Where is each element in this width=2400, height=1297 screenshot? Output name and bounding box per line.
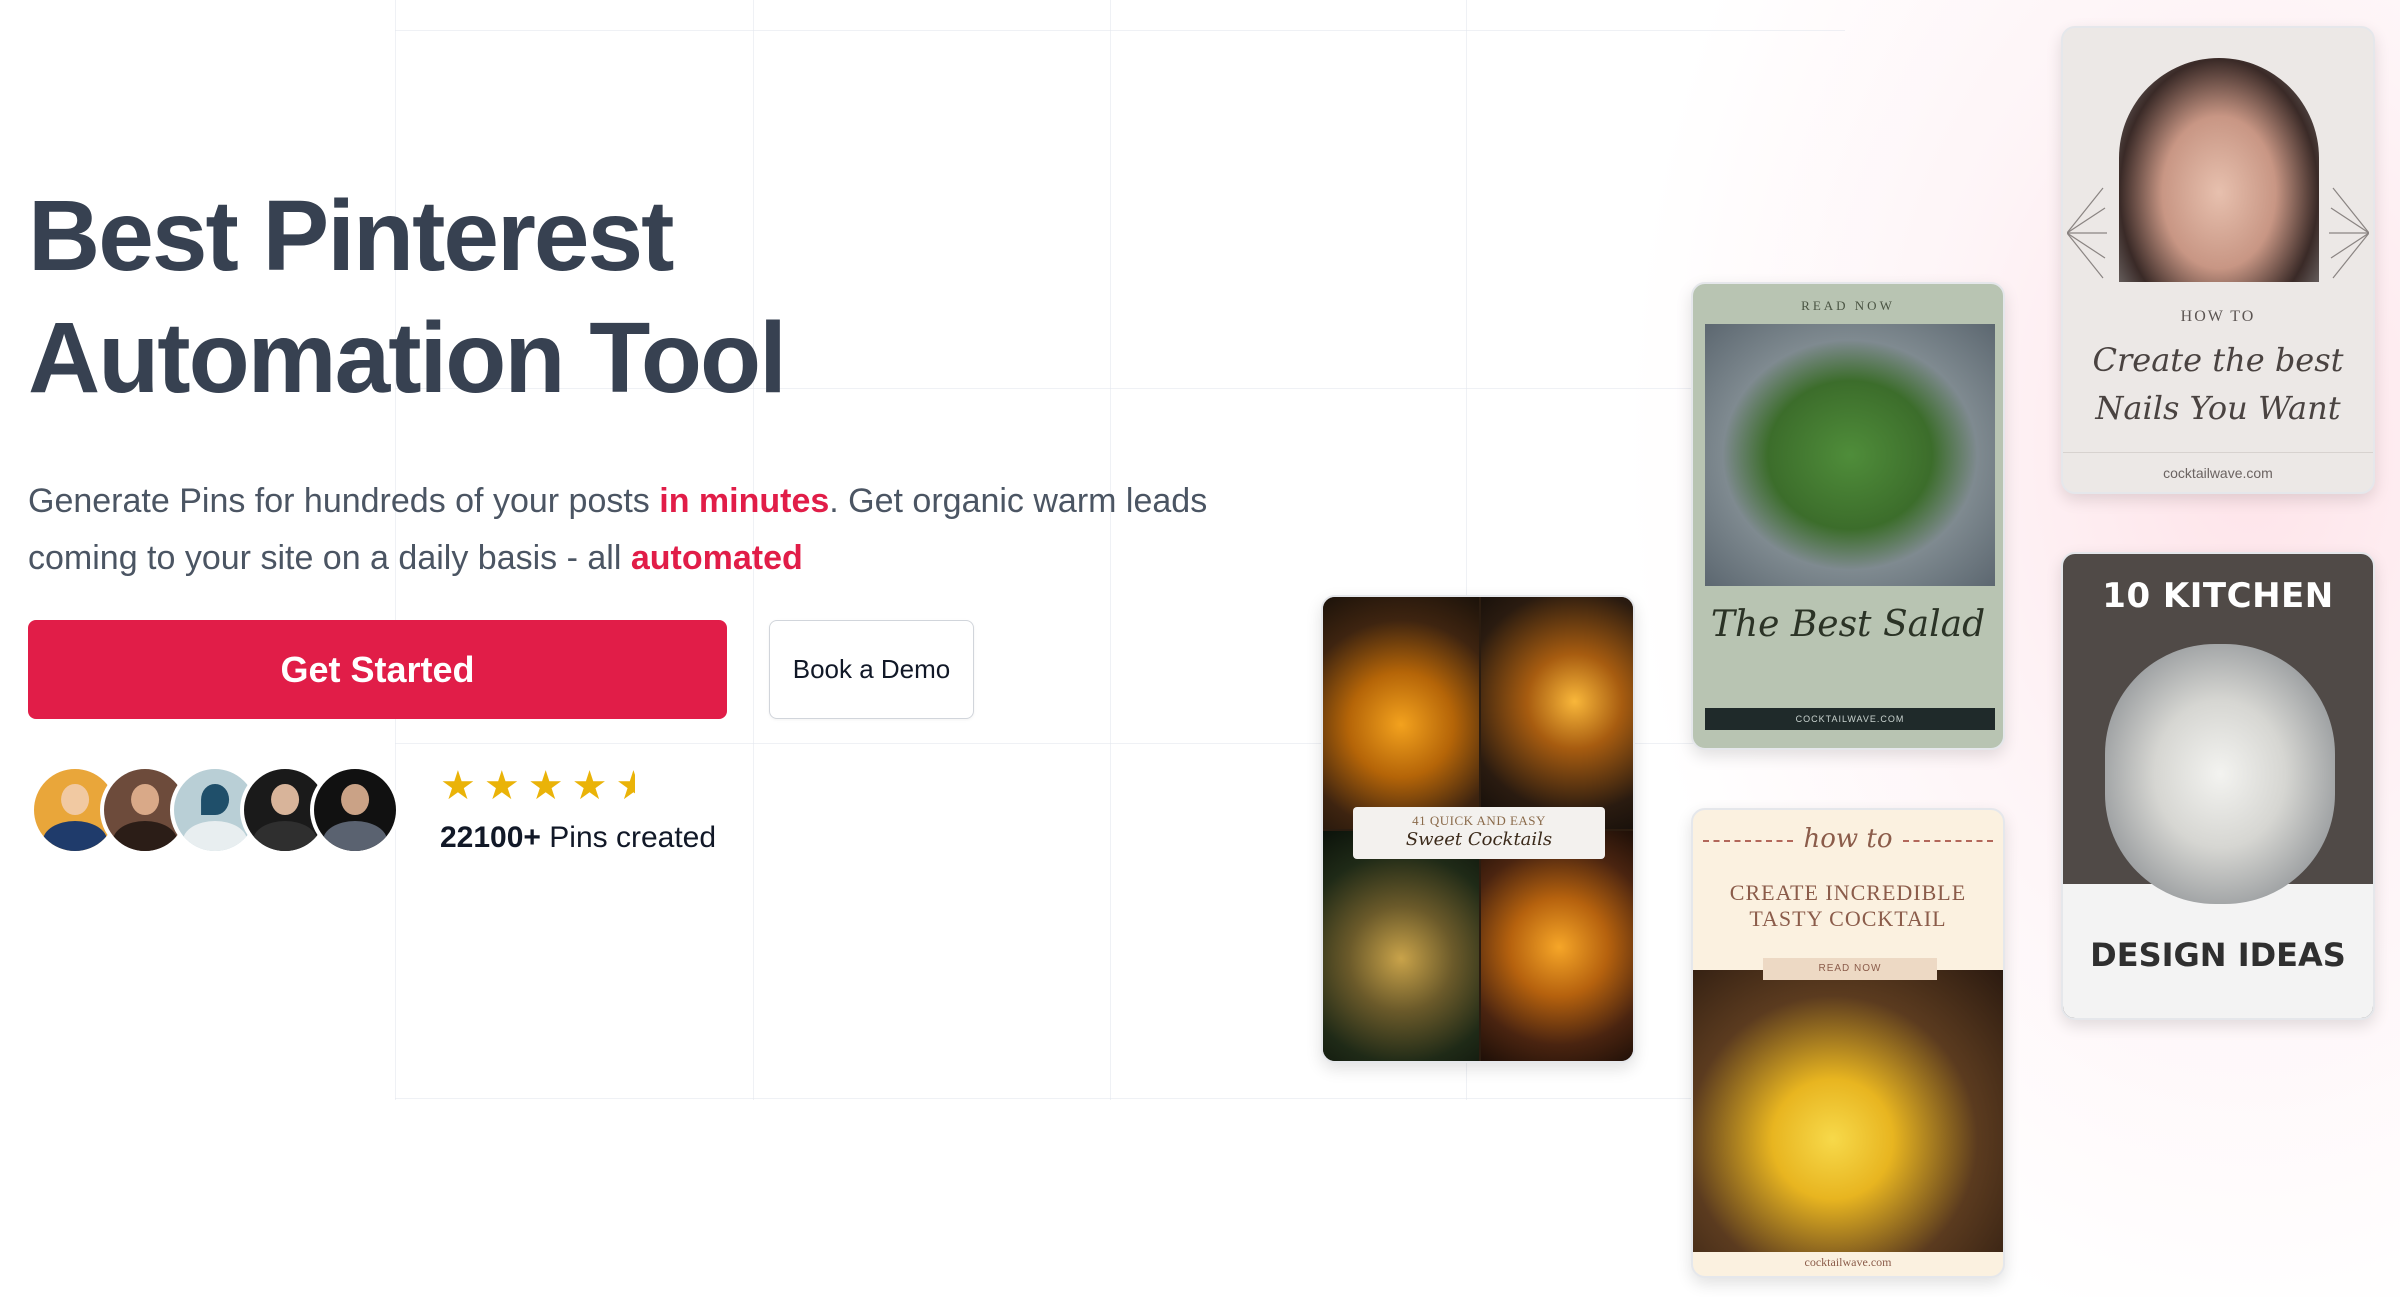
cocktail-photo [1481,831,1633,1061]
pin-read-now: READ NOW [1801,298,1895,313]
pin-subtitle: DESIGN IDEAS [2090,936,2346,974]
cocktail-photo [1481,597,1633,829]
cocktail-photo [1693,970,2003,1252]
get-started-button[interactable]: Get Started [28,620,727,719]
star-rating: ★ ★ ★ ★ ★ [440,765,716,807]
pin-label-small: 41 QUICK AND EASY [1412,813,1546,828]
cocktail-photo [1323,597,1479,829]
grid-line [395,30,1845,31]
star-icon: ★ [440,764,476,808]
pin-card-tasty-cocktail: how to CREATE INCREDIBLE TASTY COCKTAIL … [1691,808,2005,1278]
sunburst-decoration [2067,187,2107,279]
rating-block: ★ ★ ★ ★ ★ 22100+ Pins created [440,765,716,855]
sunburst-decoration [2329,187,2369,279]
pin-footer: cocktailwave.com [2063,452,2373,492]
cocktail-photo [1323,831,1479,1061]
pin-how-to: HOW TO [2180,308,2256,325]
hero-title-line2: Automation Tool [28,302,787,414]
star-icon: ★ [571,764,608,808]
pin-title-line: CREATE INCREDIBLE [1729,880,1967,905]
avatar [310,765,400,855]
pin-card-salad: READ NOW The Best Salad COCKTAILWAVE.COM [1691,282,2005,750]
pins-created-text: 22100+ Pins created [440,821,716,855]
pin-label-script: Sweet Cocktails [1405,829,1553,850]
pin-card-kitchen: 10 KITCHEN DESIGN IDEAS [2061,552,2375,1020]
star-icon: ★ [483,764,520,808]
hero-section: Best Pinterest Automation Tool Generate … [28,175,1278,587]
pin-title: 10 KITCHEN [2102,576,2334,616]
pin-card-nails: HOW TO Create the best Nails You Want co… [2061,26,2375,494]
pin-read-now: READ NOW [1763,958,1937,980]
avatar-group [30,765,400,855]
subtitle-text: Generate Pins for hundreds of your posts [28,482,660,520]
hero-title-line1: Best Pinterest [28,180,674,292]
pin-how-to: how to [1803,824,1893,854]
book-demo-button[interactable]: Book a Demo [769,620,974,719]
grid-line [395,1098,1845,1099]
pin-title-line: Nails You Want [2095,389,2341,427]
subtitle-highlight: in minutes [659,482,830,520]
pin-card-cocktails: 41 QUICK AND EASY Sweet Cocktails [1321,595,1635,1063]
half-star-icon: ★ [615,765,636,807]
pin-footer: COCKTAILWAVE.COM [1705,708,1995,730]
pin-title-line: TASTY COCKTAIL [1749,906,1947,931]
pins-count: 22100+ [440,821,541,854]
pin-label: 41 QUICK AND EASY Sweet Cocktails [1353,807,1605,859]
hero-subtitle: Generate Pins for hundreds of your posts… [28,473,1248,587]
star-icon: ★ [527,764,564,808]
pin-footer: cocktailwave.com [1804,1255,1892,1269]
pin-title-line: Create the best [2092,341,2344,379]
pin-title: The Best Salad [1710,604,1986,645]
subtitle-highlight: automated [630,539,803,577]
cta-row: Get Started Book a Demo [28,620,974,719]
kitchen-photo [2105,644,2335,904]
salad-photo [1705,324,1995,586]
pins-label: Pins created [540,821,717,854]
pin-title: Create the best Nails You Want [2063,336,2373,432]
social-proof: ★ ★ ★ ★ ★ 22100+ Pins created [30,765,716,855]
hero-title: Best Pinterest Automation Tool [28,175,1278,419]
pin-title: CREATE INCREDIBLE TASTY COCKTAIL [1693,880,2003,932]
nails-photo [2119,58,2319,282]
